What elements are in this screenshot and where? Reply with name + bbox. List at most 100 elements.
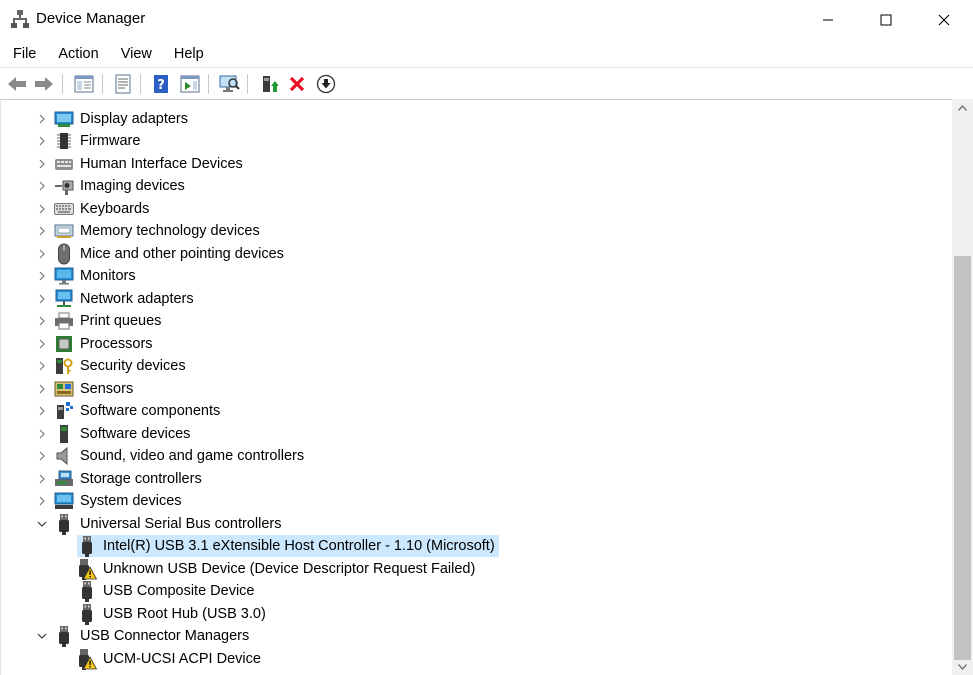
tree-category[interactable]: Software devices <box>54 423 194 445</box>
device-tree[interactable]: Display adapters Firmware Human Interface … <box>0 99 953 675</box>
uninstall-device-icon[interactable] <box>285 72 309 96</box>
tree-category[interactable]: Memory technology devices <box>54 220 264 242</box>
expand-chevron-icon[interactable] <box>36 265 48 287</box>
processor-icon <box>54 334 74 354</box>
tree-item-label: Print queues <box>80 313 162 329</box>
menu-file[interactable]: File <box>4 42 45 66</box>
help-icon[interactable]: ? <box>149 72 173 96</box>
vertical-scrollbar[interactable] <box>952 99 973 675</box>
selected-highlight: Intel(R) USB 3.1 eXtensible Host Control… <box>77 535 499 557</box>
scroll-down-arrow-icon[interactable] <box>952 658 973 675</box>
menu-action[interactable]: Action <box>49 42 107 66</box>
tree-category[interactable]: Sound, video and game controllers <box>54 445 308 467</box>
menu-help[interactable]: Help <box>165 42 213 66</box>
tree-item-label: Display adapters <box>80 110 188 127</box>
expand-chevron-icon[interactable] <box>36 378 48 400</box>
tree-category[interactable]: Software components <box>54 400 224 422</box>
tree-category-usb[interactable]: Universal Serial Bus controllers <box>54 513 285 535</box>
monitor-icon <box>54 266 74 286</box>
row-content: USB Composite Device <box>77 580 259 602</box>
device-manager-icon <box>10 9 30 29</box>
tree-category[interactable]: Storage controllers <box>54 468 206 490</box>
scrollbar-thumb[interactable] <box>954 256 971 660</box>
tree-category[interactable]: Human Interface Devices <box>54 153 247 175</box>
tree-category[interactable]: Mice and other pointing devices <box>54 243 288 265</box>
tree-category[interactable]: Processors <box>54 333 157 355</box>
back-icon[interactable] <box>5 72 29 96</box>
row-content: UCM-UCSI ACPI Device <box>77 648 265 670</box>
row-content: Print queues <box>54 310 165 332</box>
row-content: Sensors <box>54 378 137 400</box>
expand-chevron-icon[interactable] <box>36 445 48 467</box>
collapse-chevron-icon[interactable] <box>36 513 48 535</box>
minimize-button[interactable] <box>799 0 857 40</box>
usb-icon <box>77 603 97 625</box>
expand-chevron-icon[interactable] <box>36 490 48 512</box>
expand-chevron-icon[interactable] <box>36 153 48 175</box>
network-icon <box>54 289 74 309</box>
tree-category[interactable]: Security devices <box>54 355 190 377</box>
menu-view[interactable]: View <box>112 42 161 66</box>
tree-category[interactable]: Firmware <box>54 130 144 152</box>
tree-device[interactable]: Intel(R) USB 3.1 eXtensible Host Control… <box>77 535 499 557</box>
properties-icon[interactable] <box>111 72 135 96</box>
tree-item-label: Mice and other pointing devices <box>80 245 284 262</box>
expand-chevron-icon[interactable] <box>36 130 48 152</box>
tree-device[interactable]: USB Composite Device <box>77 580 259 602</box>
expand-chevron-icon[interactable] <box>36 288 48 310</box>
forward-icon[interactable] <box>32 72 56 96</box>
tree-category[interactable]: Keyboards <box>54 198 153 220</box>
expand-chevron-icon[interactable] <box>36 108 48 130</box>
usb-warning-icon <box>77 648 97 670</box>
enable-device-icon[interactable] <box>314 72 338 96</box>
tree-item-label: Processors <box>80 335 153 352</box>
tree-item-label: Human Interface Devices <box>80 155 243 172</box>
svg-text:?: ? <box>157 78 165 93</box>
show-hide-console-tree-icon[interactable] <box>72 72 96 96</box>
software-component-icon <box>54 401 74 421</box>
tree-category[interactable]: Display adapters <box>54 108 192 130</box>
expand-chevron-icon[interactable] <box>36 220 48 242</box>
collapse-chevron-icon[interactable] <box>36 625 48 647</box>
window-title: Device Manager <box>36 10 146 27</box>
display-adapter-icon <box>54 109 74 129</box>
tree-item-label: Unknown USB Device (Device Descriptor Re… <box>103 560 476 577</box>
tree-category[interactable]: Monitors <box>54 265 140 287</box>
tree-item-label: Intel(R) USB 3.1 eXtensible Host Control… <box>103 538 495 554</box>
row-content: Software components <box>54 400 224 422</box>
memory-icon <box>54 221 74 241</box>
expand-chevron-icon[interactable] <box>36 243 48 265</box>
expand-chevron-icon[interactable] <box>36 333 48 355</box>
expand-chevron-icon[interactable] <box>36 400 48 422</box>
tree-category[interactable]: Imaging devices <box>54 175 189 197</box>
expand-chevron-icon[interactable] <box>36 198 48 220</box>
expand-chevron-icon[interactable] <box>36 468 48 490</box>
row-content: Mice and other pointing devices <box>54 243 288 265</box>
tree-device[interactable]: USB Root Hub (USB 3.0) <box>77 603 270 625</box>
update-driver-icon[interactable] <box>256 72 280 96</box>
maximize-button[interactable] <box>857 0 915 40</box>
row-content: Security devices <box>54 355 190 377</box>
expand-chevron-icon[interactable] <box>36 355 48 377</box>
tree-category-usb-connector[interactable]: USB Connector Managers <box>54 625 253 647</box>
mouse-icon <box>54 243 74 264</box>
row-content: Memory technology devices <box>54 220 264 242</box>
title-bar[interactable]: Device Manager <box>0 0 973 40</box>
row-content: Universal Serial Bus controllers <box>54 513 285 535</box>
tree-device[interactable]: UCM-UCSI ACPI Device <box>77 648 265 670</box>
tree-item-label: Memory technology devices <box>80 223 260 239</box>
expand-chevron-icon[interactable] <box>36 423 48 445</box>
expand-chevron-icon[interactable] <box>36 175 48 197</box>
tree-category[interactable]: Network adapters <box>54 288 198 310</box>
action-pane-icon[interactable] <box>178 72 202 96</box>
tree-category[interactable]: System devices <box>54 490 186 512</box>
tree-category[interactable]: Sensors <box>54 378 137 400</box>
expand-chevron-icon[interactable] <box>36 310 48 332</box>
menu-bar: File Action View Help <box>0 40 973 68</box>
storage-icon <box>54 469 74 489</box>
tree-category[interactable]: Print queues <box>54 310 165 332</box>
close-button[interactable] <box>915 0 973 40</box>
scroll-up-arrow-icon[interactable] <box>952 99 973 116</box>
tree-device[interactable]: Unknown USB Device (Device Descriptor Re… <box>77 558 479 580</box>
scan-hardware-icon[interactable] <box>217 72 241 96</box>
